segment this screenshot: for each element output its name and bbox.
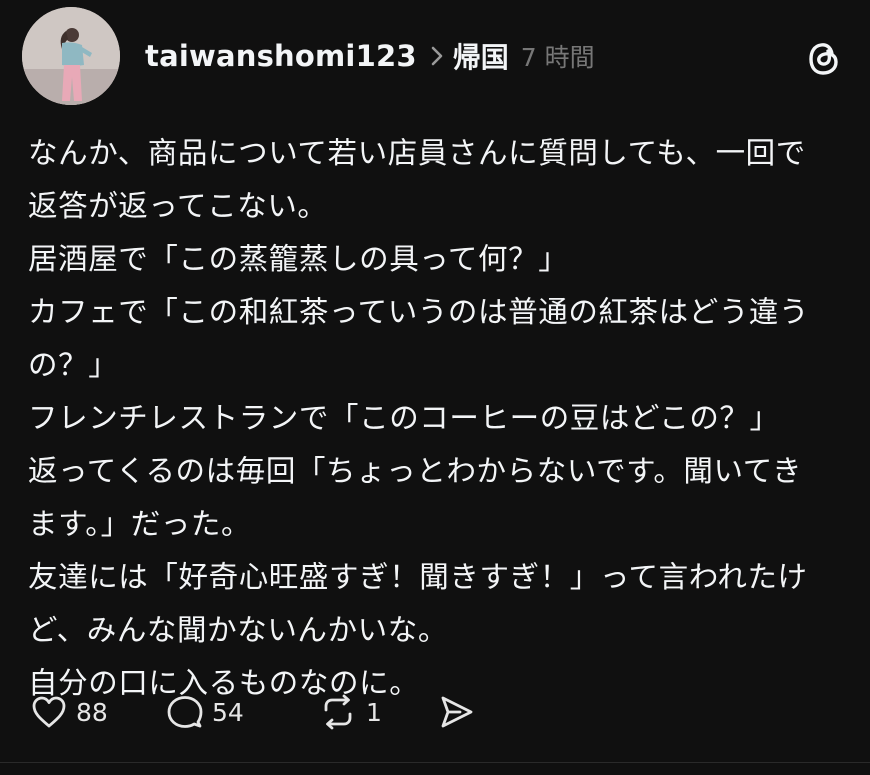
repost-icon <box>324 694 352 730</box>
post-text-line: 友達には「好奇心旺盛すぎ！聞きすぎ！」って言われたけ <box>28 560 808 594</box>
post-text-line: 返答が返ってこない。 <box>28 189 328 223</box>
post-text-line: カフェで「この和紅茶っていうのは普通の紅茶はどう違う <box>28 295 810 329</box>
post-text-line: なんか、商品について若い店員さんに質問しても、一回で <box>28 136 806 170</box>
post-text-line: 居酒屋で「この蒸籠蒸しの具って何？」 <box>28 242 569 276</box>
post-text-line: の？」 <box>28 348 119 382</box>
share-button[interactable] <box>438 694 476 730</box>
post-text-line: フレンチレストランで「このコーヒーの豆はどこの？」 <box>28 401 780 435</box>
heart-icon <box>32 696 66 728</box>
post-divider <box>0 762 870 763</box>
repost-count: 1 <box>366 697 382 727</box>
like-button[interactable]: 88 <box>30 694 154 730</box>
chevron-right-icon <box>431 46 443 66</box>
post-body: なんか、商品について若い店員さんに質問しても、一回で 返答が返ってこない。 居酒… <box>28 127 858 710</box>
repost-button[interactable]: 1 <box>318 694 410 730</box>
post-text-line: ど、みんな聞かないんかいな。 <box>28 613 448 647</box>
avatar-photo <box>22 7 120 105</box>
send-icon <box>441 696 473 728</box>
reply-button[interactable]: 54 <box>166 694 302 730</box>
reply-count: 54 <box>212 697 244 727</box>
post-timestamp: 7 時間 <box>520 43 595 72</box>
comment-icon <box>167 696 203 728</box>
like-count: 88 <box>76 697 108 727</box>
topic-tag[interactable]: 帰国 <box>453 36 509 76</box>
post-text-line: 返ってくるのは毎回「ちょっとわからないです。聞いてき <box>28 454 803 488</box>
post-text-line: ます。」だった。 <box>28 507 252 541</box>
post-header: taiwanshomi123 帰国 7 時間 <box>145 36 595 76</box>
action-bar: 88 54 1 <box>30 692 476 732</box>
thread-post: taiwanshomi123 帰国 7 時間 なんか、商品について若い店員さんに… <box>0 0 870 775</box>
threads-logo-icon[interactable] <box>806 38 842 78</box>
avatar[interactable] <box>22 7 120 105</box>
author-username[interactable]: taiwanshomi123 <box>145 39 417 73</box>
